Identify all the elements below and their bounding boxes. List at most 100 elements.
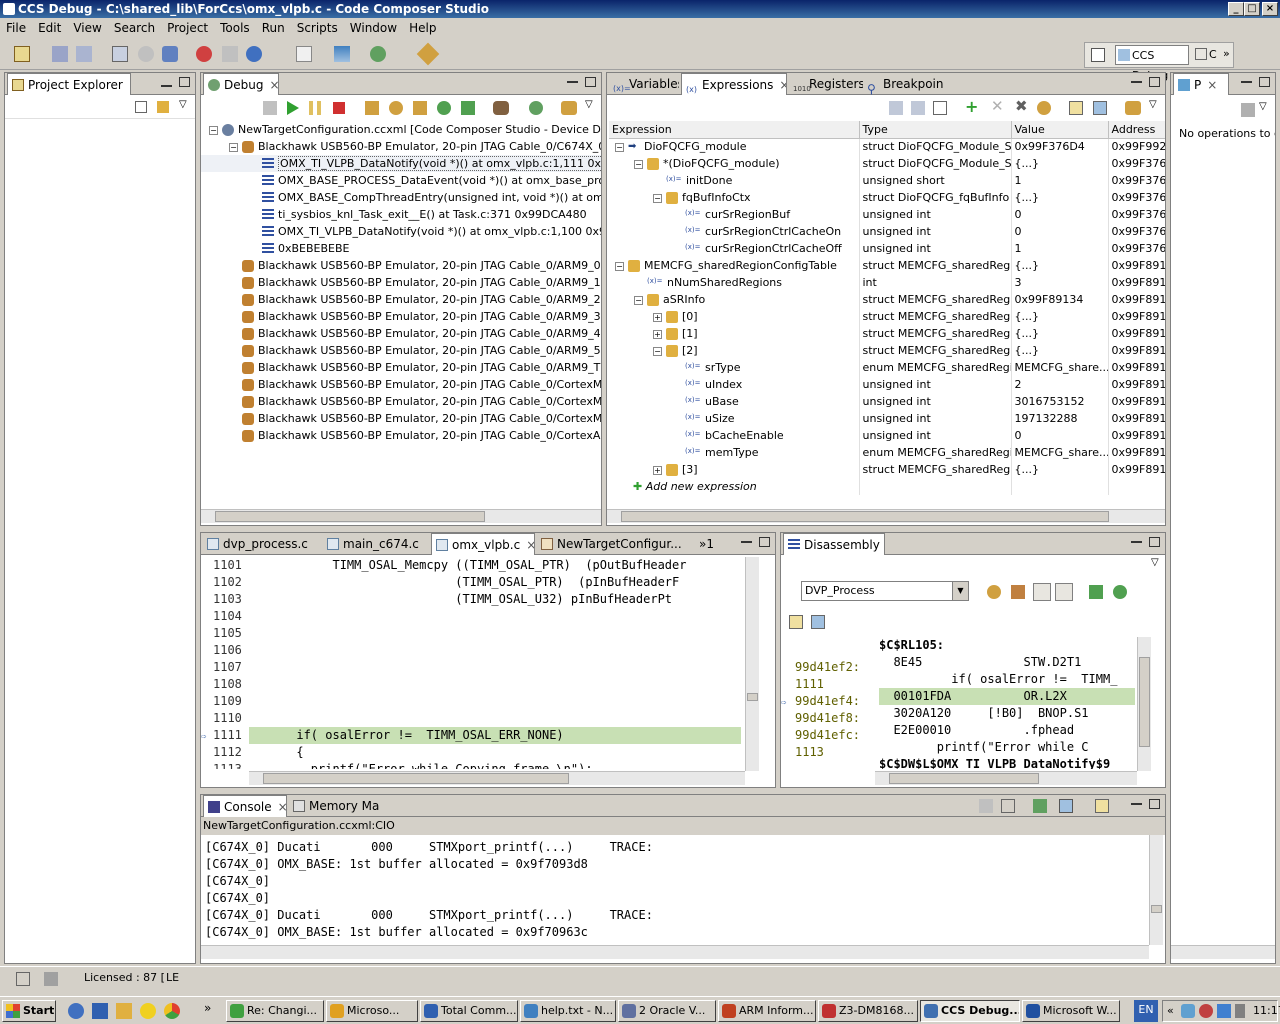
minimize-view-icon[interactable] [161, 85, 172, 87]
outline-hscrollbar[interactable] [1171, 945, 1275, 959]
maximize-view-icon[interactable] [1149, 537, 1160, 547]
expression-row[interactable]: (x)= curSrRegionBuf unsigned int00x99F376D [609, 206, 1165, 223]
expression-value-cell[interactable]: 197132288 [1011, 410, 1109, 427]
show-logical-icon[interactable] [911, 101, 925, 115]
chevron-down-icon[interactable]: ▼ [952, 582, 968, 600]
reset-icon[interactable] [493, 101, 509, 115]
connect-icon[interactable] [138, 46, 154, 62]
collapse-toggle-icon[interactable]: − [653, 193, 662, 203]
close-icon[interactable]: × [269, 78, 278, 92]
folder-quicklaunch-icon[interactable] [116, 1003, 132, 1019]
add-new-expression-row[interactable]: ✚ Add new expression [609, 478, 1165, 495]
tab-new-target-config[interactable]: NewTargetConfigur... [537, 533, 687, 555]
expression-row[interactable]: − fqBufInfoCtx struct DioFQCFG_fqBufInfo {.… [609, 189, 1165, 206]
maximize-view-icon[interactable] [1259, 77, 1270, 87]
quicklaunch-overflow-icon[interactable]: » [204, 1001, 211, 1015]
debug-tree-item[interactable]: Blackhawk USB560-BP Emulator, 20-pin JTA… [201, 342, 601, 359]
debug-tree-item[interactable]: Blackhawk USB560-BP Emulator, 20-pin JTA… [201, 257, 601, 274]
expression-value-cell[interactable]: {...} [1011, 325, 1109, 342]
asm-step-over-icon[interactable] [1113, 585, 1127, 599]
menu-edit[interactable]: Edit [32, 18, 67, 38]
expression-row[interactable]: (x)= curSrRegionCtrlCacheOn unsigned int 0 0… [609, 223, 1165, 240]
add-expression-icon[interactable]: + [965, 97, 978, 116]
disconnect-icon[interactable] [222, 46, 238, 62]
close-icon[interactable]: × [1207, 78, 1217, 92]
view-menu-icon[interactable]: ▽ [1259, 101, 1267, 112]
debug-hscrollbar[interactable] [201, 509, 601, 523]
new-icon[interactable] [14, 46, 30, 62]
debug-tree-item[interactable]: Blackhawk USB560-BP Emulator, 20-pin JTA… [201, 427, 601, 444]
clear-console-icon[interactable] [979, 799, 993, 813]
tray-expand-icon[interactable]: « [1167, 1004, 1174, 1017]
tab-outline[interactable]: P × [1173, 73, 1229, 95]
tab-memory-map[interactable]: Memory Map [289, 795, 379, 817]
collapse-toggle-icon[interactable]: − [229, 142, 238, 152]
expression-row[interactable]: (x)= srType enum MEMCFG_sharedRegi... MEMCF… [609, 359, 1165, 376]
asm-step-return-icon[interactable] [461, 101, 475, 115]
close-icon[interactable]: × [129, 78, 130, 92]
close-button[interactable]: × [1262, 2, 1278, 16]
pin-console-icon[interactable] [1033, 799, 1047, 813]
scroll-thumb[interactable] [889, 773, 1039, 784]
expression-value-cell[interactable]: {...} [1011, 342, 1109, 359]
expand-toggle-icon[interactable]: + [653, 329, 662, 339]
scroll-thumb[interactable] [747, 693, 758, 701]
tab-debug[interactable]: Debug × [203, 73, 279, 95]
save-icon[interactable] [52, 46, 68, 62]
debug-tree-item[interactable]: OMX_TI_VLPB_DataNotify(void *)() at omx_… [201, 155, 601, 172]
menu-window[interactable]: Window [344, 18, 403, 38]
expression-row[interactable]: (x)= nNumSharedRegions int30x99F8913 [609, 274, 1165, 291]
expression-value-cell[interactable]: 3 [1011, 274, 1109, 291]
minimize-button[interactable]: _ [1228, 2, 1244, 16]
expression-value-cell[interactable]: {...} [1011, 189, 1109, 206]
debug-tree-item[interactable]: − NewTargetConfiguration.ccxml [Code Comp… [201, 121, 601, 138]
expression-row[interactable]: (x)= memType enum MEMCFG_sharedRegi... MEMC… [609, 444, 1165, 461]
expression-value-cell[interactable]: {...} [1011, 155, 1109, 172]
scroll-lock-icon[interactable] [1001, 799, 1015, 813]
show-type-icon[interactable] [889, 101, 903, 115]
disassembly-vscrollbar[interactable] [1137, 637, 1151, 771]
expression-value-cell[interactable]: {...} [1011, 257, 1109, 274]
expressions-hscrollbar[interactable] [607, 509, 1165, 523]
collapse-toggle-icon[interactable]: − [653, 346, 662, 356]
taskbar-button[interactable]: 2 Oracle V... [618, 1000, 716, 1022]
expression-value-cell[interactable]: {...} [1011, 308, 1109, 325]
taskbar-button[interactable]: ARM Inform... [718, 1000, 816, 1022]
resume-icon[interactable] [287, 101, 299, 115]
expression-row[interactable]: (x)= uSize unsigned int1971322880x99F8917 [609, 410, 1165, 427]
maximize-button[interactable]: □ [1244, 2, 1260, 16]
menu-run[interactable]: Run [256, 18, 291, 38]
expression-value-cell[interactable]: MEMCFG_share... [1011, 359, 1109, 376]
tab-dvp-process[interactable]: dvp_process.c [203, 533, 321, 555]
asm-step-into-icon[interactable] [1089, 585, 1103, 599]
start-button[interactable]: Start [2, 1000, 56, 1022]
console-output[interactable]: [C674X_0] Ducati 000 STMXport_printf(...… [205, 839, 1149, 943]
view-menu-icon[interactable]: ▽ [1149, 99, 1157, 110]
perspective-ccs-debug[interactable]: CCS Debug [1115, 45, 1189, 82]
open-console-icon[interactable] [1095, 799, 1109, 813]
link-editor-icon[interactable] [157, 101, 169, 113]
menu-view[interactable]: View [67, 18, 107, 38]
maximize-view-icon[interactable] [1149, 799, 1160, 809]
column-address[interactable]: Address [1108, 121, 1165, 139]
expression-row[interactable]: (x)= initDone unsigned short10x99F376D [609, 172, 1165, 189]
tab-console[interactable]: Console × [203, 795, 287, 817]
volume-icon[interactable] [1235, 1004, 1245, 1018]
save-all-icon[interactable] [76, 46, 92, 62]
collapse-all-icon[interactable] [135, 101, 147, 113]
expression-row[interactable]: − MEMCFG_sharedRegionConfigTable struct ME… [609, 257, 1165, 274]
taskbar-button[interactable]: help.txt - N... [520, 1000, 616, 1022]
expression-value-cell[interactable]: 0x99F376D4 [1011, 138, 1109, 155]
maximize-view-icon[interactable] [585, 77, 596, 87]
scroll-thumb[interactable] [1139, 657, 1150, 747]
menu-help[interactable]: Help [403, 18, 442, 38]
editor-text[interactable]: 1101 TIMM_OSAL_Memcpy ((TIMM_OSAL_PTR) (… [201, 557, 761, 769]
view-icon[interactable] [296, 46, 312, 62]
browser-quicklaunch-icon[interactable] [68, 1003, 84, 1019]
maximize-view-icon[interactable] [759, 537, 770, 547]
remove-all-icon[interactable]: ✖ [1015, 97, 1028, 115]
menu-scripts[interactable]: Scripts [291, 18, 344, 38]
debug-view-icon[interactable] [112, 46, 128, 62]
close-icon[interactable]: × [278, 800, 286, 814]
expression-value-cell[interactable]: 1 [1011, 240, 1109, 257]
